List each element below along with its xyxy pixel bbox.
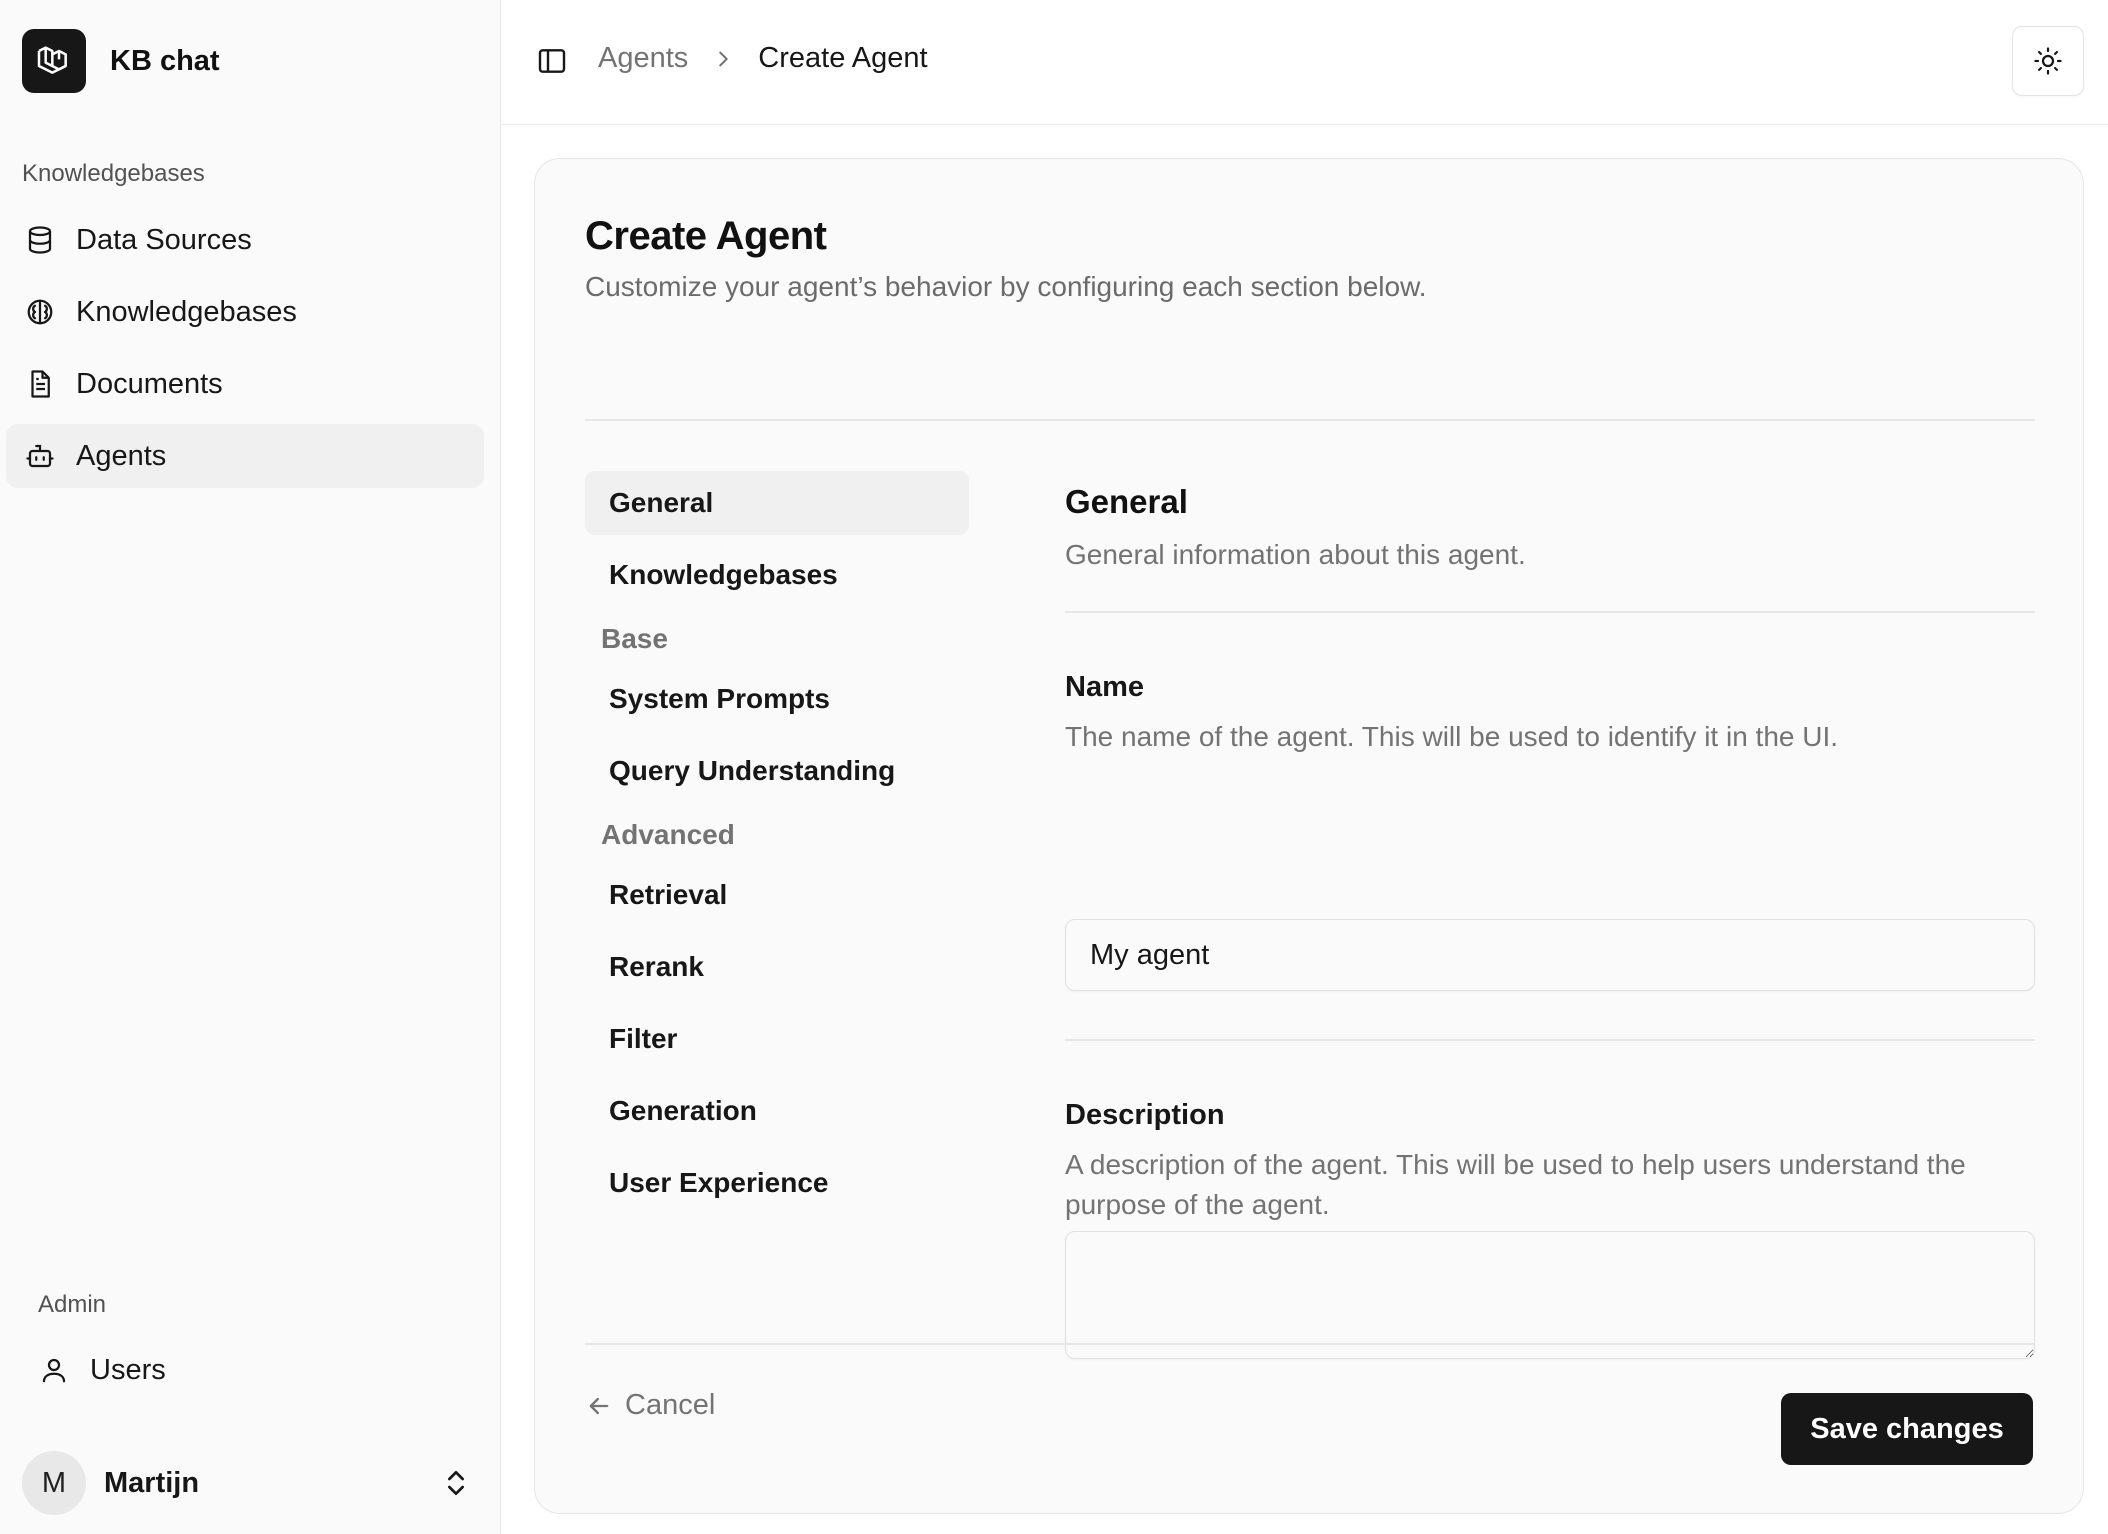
- page-subtitle: Customize your agent’s behavior by confi…: [585, 271, 1427, 302]
- divider: [1065, 1039, 2035, 1041]
- name-label: Name: [1065, 671, 1144, 703]
- sidebar: KB chat Knowledgebases Data Sources Know…: [0, 0, 501, 1534]
- tab-generation[interactable]: Generation: [585, 1079, 969, 1143]
- bot-icon: [24, 440, 56, 472]
- sidebar-section-label: Knowledgebases: [22, 160, 205, 187]
- cancel-label: Cancel: [625, 1389, 716, 1421]
- divider: [585, 1343, 2035, 1345]
- sidebar-item-label: Knowledgebases: [76, 295, 297, 328]
- app-logo-icon: [22, 29, 86, 93]
- description-help-text: A description of the agent. This will be…: [1065, 1149, 1966, 1220]
- page-title: Create Agent: [585, 214, 827, 258]
- arrow-left-icon: [589, 1397, 609, 1414]
- user-name: Martijn: [104, 1466, 200, 1499]
- user-icon: [38, 1354, 70, 1386]
- divider: [585, 419, 2035, 421]
- breadcrumb-agents-link[interactable]: Agents: [598, 42, 688, 75]
- user-menu[interactable]: M Martijn: [22, 1450, 482, 1516]
- tab-query-understanding[interactable]: Query Understanding: [585, 739, 969, 803]
- app-name: KB chat: [110, 44, 220, 77]
- chevron-right-icon: [712, 48, 734, 70]
- breadcrumb: Agents Create Agent: [598, 42, 928, 75]
- breadcrumb-current: Create Agent: [758, 42, 928, 74]
- document-icon: [24, 368, 56, 400]
- tab-rerank[interactable]: Rerank: [585, 935, 969, 999]
- sidebar-item-knowledgebases[interactable]: Knowledgebases: [6, 280, 484, 344]
- tab-system-prompts[interactable]: System Prompts: [585, 667, 969, 731]
- tab-retrieval[interactable]: Retrieval: [585, 863, 969, 927]
- admin-section-label: Admin: [38, 1291, 107, 1318]
- sidebar-item-label: Agents: [76, 439, 167, 472]
- sidebar-item-agents[interactable]: Agents: [6, 424, 484, 488]
- sidebar-item-data-sources[interactable]: Data Sources: [6, 208, 484, 272]
- description-field[interactable]: [1065, 1231, 2035, 1359]
- avatar: M: [22, 1451, 86, 1515]
- form-section-title: General: [1065, 483, 1188, 520]
- brain-icon: [24, 296, 56, 328]
- divider: [1065, 611, 2035, 613]
- description-label: Description: [1065, 1099, 1225, 1131]
- tab-filter[interactable]: Filter: [585, 1007, 969, 1071]
- sidebar-item-label: Users: [90, 1353, 166, 1386]
- tab-general[interactable]: General: [585, 471, 969, 535]
- create-agent-card: Create Agent Customize your agent’s beha…: [534, 158, 2084, 1514]
- top-bar: Agents Create Agent: [502, 0, 2108, 125]
- sidebar-item-label: Documents: [76, 367, 223, 400]
- sidebar-item-label: Data Sources: [76, 223, 252, 256]
- name-field[interactable]: [1065, 919, 2035, 991]
- database-icon: [24, 224, 56, 256]
- tab-knowledgebases[interactable]: Knowledgebases: [585, 543, 969, 607]
- name-help-text: The name of the agent. This will be used…: [1065, 721, 1839, 752]
- tab-user-experience[interactable]: User Experience: [585, 1151, 969, 1215]
- sidebar-toggle-icon[interactable]: [536, 45, 568, 77]
- brand[interactable]: KB chat: [22, 29, 220, 93]
- form-section-subtitle: General information about this agent.: [1065, 539, 1526, 570]
- save-button[interactable]: Save changes: [1781, 1393, 2033, 1465]
- section-group-advanced: Advanced: [601, 819, 735, 850]
- sun-icon: [2033, 46, 2063, 76]
- sidebar-item-documents[interactable]: Documents: [6, 352, 484, 416]
- section-group-base: Base: [601, 623, 668, 654]
- cancel-button[interactable]: Cancel: [585, 1389, 715, 1422]
- theme-toggle-button[interactable]: [2012, 26, 2084, 96]
- sidebar-item-users[interactable]: Users: [22, 1338, 484, 1402]
- settings-section-nav: General Knowledgebases Base System Promp…: [585, 471, 969, 1223]
- chevrons-up-down-icon: [440, 1467, 472, 1499]
- sidebar-nav: Data Sources Knowledgebases Documents Ag…: [6, 208, 484, 496]
